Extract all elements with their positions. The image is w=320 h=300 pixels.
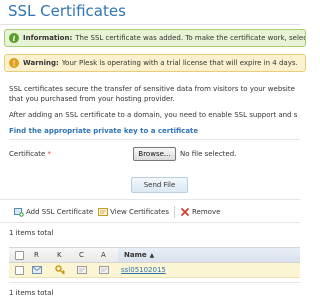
- add-certificate-icon: [14, 207, 24, 217]
- section-divider: [9, 139, 300, 140]
- warning-icon: !: [9, 58, 19, 68]
- warning-message-text: Your Plesk is operating with a trial lic…: [61, 59, 298, 67]
- key-icon: [55, 263, 65, 277]
- column-header-name[interactable]: Name ▲: [118, 248, 300, 262]
- send-file-button[interactable]: Send File: [131, 177, 188, 193]
- select-all-cell: [15, 248, 24, 262]
- toolbar-divider-top: [0, 199, 300, 200]
- column-header-a[interactable]: A: [101, 248, 106, 262]
- certificate-field-label: Certificate *: [9, 150, 51, 158]
- toolbar-separator: [174, 206, 175, 218]
- intro-line: SSL certificates secure the transfer of …: [9, 85, 295, 93]
- info-message-text: The SSL certificate was added. To make t…: [75, 34, 306, 42]
- column-header-c[interactable]: C: [79, 248, 84, 262]
- view-certificates-label: View Certificates: [110, 208, 169, 216]
- info-message: i Information: The SSL certificate was a…: [4, 29, 306, 47]
- sort-ascending-icon: ▲: [149, 251, 155, 259]
- ca-certificate-icon: [99, 263, 109, 277]
- intro-paragraph: SSL certificates secure the transfer of …: [9, 84, 300, 104]
- enable-ssl-paragraph: After adding an SSL certificate to a dom…: [9, 111, 298, 119]
- title-divider: [0, 24, 300, 25]
- view-certificates-icon: [98, 207, 109, 217]
- column-header-name-label: Name: [124, 251, 147, 259]
- certificate-label-text: Certificate: [9, 150, 46, 158]
- warning-message: ! Warning: Your Plesk is operating with …: [4, 54, 306, 72]
- certificate-icon: [77, 263, 87, 277]
- warning-message-label: Warning:: [23, 59, 59, 67]
- table-bottom-divider: [9, 282, 300, 283]
- remove-button[interactable]: Remove: [180, 207, 220, 217]
- column-header-r[interactable]: R: [34, 248, 39, 262]
- column-header-k[interactable]: K: [57, 248, 62, 262]
- toolbar: Add SSL Certificate View Certificates Re…: [14, 205, 225, 219]
- remove-label: Remove: [192, 208, 221, 216]
- add-ssl-certificate-label: Add SSL Certificate: [26, 208, 94, 216]
- table-header: R K C A Name ▲: [9, 247, 300, 263]
- required-mark: *: [47, 150, 51, 158]
- request-icon: [32, 263, 42, 277]
- page-title: SSL Certificates: [8, 2, 126, 20]
- view-certificates-button[interactable]: View Certificates: [98, 207, 169, 217]
- intro-line: that you purchased from your hosting pro…: [9, 95, 175, 103]
- remove-icon: [180, 207, 190, 217]
- no-file-text: No file selected.: [180, 150, 237, 158]
- table-row[interactable]: ssl05102015: [9, 263, 300, 278]
- select-all-checkbox[interactable]: [15, 250, 24, 260]
- row-select-cell: [15, 263, 24, 277]
- certificate-name-cell: ssl05102015: [121, 263, 166, 277]
- info-icon: i: [9, 33, 19, 43]
- find-private-key-link[interactable]: Find the appropriate private key to a ce…: [9, 127, 198, 135]
- info-message-label: Information:: [23, 34, 73, 42]
- add-ssl-certificate-button[interactable]: Add SSL Certificate: [14, 207, 93, 217]
- browse-button[interactable]: Browse...: [133, 147, 176, 161]
- items-total-bottom: 1 items total: [9, 289, 54, 297]
- row-checkbox[interactable]: [15, 265, 24, 275]
- certificate-name-link[interactable]: ssl05102015: [121, 266, 166, 274]
- toolbar-divider-bottom: [0, 222, 300, 223]
- items-total-top: 1 items total: [9, 229, 54, 237]
